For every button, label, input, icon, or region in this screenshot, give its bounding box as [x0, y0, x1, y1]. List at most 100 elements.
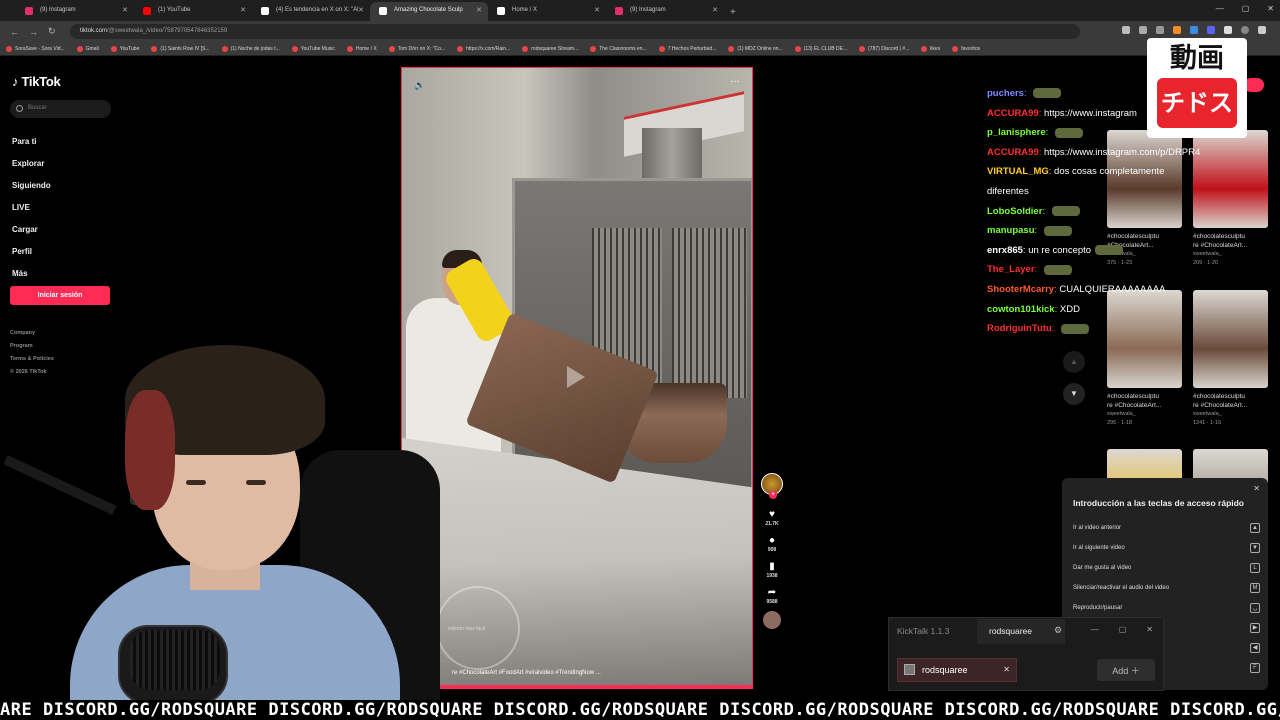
- close-tab-icon[interactable]: ✕: [712, 6, 718, 14]
- search-input[interactable]: Buscar: [10, 100, 111, 118]
- chat-username[interactable]: ShooterMcarry: [987, 284, 1054, 295]
- video-player[interactable]: 🔈 ··· edición más fácil re #ChocolateArt…: [401, 67, 753, 689]
- bookmark-item[interactable]: likes: [915, 45, 946, 52]
- sidebar-item-explorar[interactable]: ◎Explorar: [12, 152, 140, 505]
- browser-tab[interactable]: (9) Instagram ✕: [606, 2, 724, 21]
- close-tab-icon[interactable]: ✕: [240, 6, 246, 14]
- new-tab-button[interactable]: +: [724, 7, 736, 21]
- share-icon[interactable]: ➦: [768, 587, 776, 599]
- bookmark-icon[interactable]: ▮: [769, 561, 775, 573]
- bookmark-item[interactable]: favoritos: [946, 45, 986, 52]
- chat-username[interactable]: ACCURA99: [987, 108, 1039, 119]
- close-window-button[interactable]: ✕: [1267, 4, 1274, 13]
- profile-avatar[interactable]: [1241, 26, 1249, 34]
- sidebar-item-siguiendo[interactable]: 👤Siguiendo: [12, 174, 143, 505]
- extension-orange-icon[interactable]: [1173, 26, 1181, 34]
- kicktalk-maximize[interactable]: ▢: [1119, 625, 1127, 634]
- sidebar-item-perfil[interactable]: 👤Perfil: [12, 240, 143, 505]
- remove-channel-icon[interactable]: ✕: [1003, 665, 1010, 674]
- thumbnail-caption[interactable]: #chocolatesculptu re #ChocolateArt... swee…: [1193, 233, 1273, 267]
- reload-icon[interactable]: ↻: [48, 26, 56, 37]
- maximize-button[interactable]: ▢: [1242, 4, 1250, 13]
- bookmark-item[interactable]: Gmail: [71, 45, 105, 52]
- forward-icon[interactable]: →: [29, 27, 38, 37]
- chat-username[interactable]: The_Layer: [987, 264, 1035, 275]
- chat-username[interactable]: cowton101kick: [987, 304, 1055, 315]
- chat-username[interactable]: RodriguinTutu: [987, 323, 1052, 334]
- bookmark-item[interactable]: (1) MDZ Online on...: [722, 45, 788, 52]
- bookmark-item[interactable]: YouTube Music: [286, 45, 341, 52]
- comment-icon[interactable]: ●: [769, 535, 775, 547]
- zoom-icon[interactable]: [1139, 26, 1147, 34]
- login-button[interactable]: Iniciar sesión: [10, 286, 110, 305]
- video-thumbnail[interactable]: [1193, 130, 1268, 228]
- kicktalk-tab[interactable]: rodsquaree: [977, 619, 1065, 644]
- sidebar-item-más[interactable]: ⋯Más: [12, 262, 141, 505]
- close-icon[interactable]: ✕: [1253, 484, 1260, 493]
- bookmark-item[interactable]: SoraSave - Sora Vid...: [0, 45, 71, 52]
- chat-username[interactable]: puchers: [987, 88, 1024, 99]
- close-tab-icon[interactable]: ✕: [594, 6, 600, 14]
- chat-text: un re concepto: [1028, 244, 1092, 256]
- chat-username[interactable]: LoboSoldier: [987, 206, 1042, 217]
- close-tab-icon[interactable]: ✕: [476, 6, 482, 14]
- bookmark-item[interactable]: https://x.com/Rain...: [451, 45, 516, 52]
- sidebar-item-label: LIVE: [12, 202, 30, 212]
- bookmark-item[interactable]: (787) Discord | #...: [853, 45, 915, 52]
- chat-username[interactable]: VIRTUAL_MG: [987, 166, 1049, 177]
- sidebar-item-para-ti[interactable]: ⌂Para ti: [12, 130, 140, 505]
- video-progress-bar[interactable]: [402, 685, 752, 688]
- puzzle-icon[interactable]: [1224, 26, 1232, 34]
- music-disc-avatar[interactable]: [763, 611, 781, 629]
- url-field[interactable]: tiktok.com/@sweetwala_/video/75879705478…: [70, 24, 1080, 39]
- video-caption[interactable]: re #ChocolateArt #FoodArt #viralvideo #T…: [452, 670, 601, 676]
- minimize-button[interactable]: —: [1216, 4, 1224, 13]
- heart-icon[interactable]: ♥: [769, 509, 775, 521]
- back-icon[interactable]: ←: [10, 27, 19, 37]
- browser-tab[interactable]: Home / X ✕: [488, 2, 606, 21]
- follow-plus-icon[interactable]: +: [769, 491, 777, 499]
- kicktalk-minimize[interactable]: —: [1091, 625, 1099, 634]
- bookmark-item[interactable]: YouTube: [105, 45, 146, 52]
- previous-video-button[interactable]: ▲: [1063, 351, 1085, 373]
- chat-username[interactable]: enrx865: [987, 245, 1023, 256]
- close-tab-icon[interactable]: ✕: [122, 6, 128, 14]
- creator-avatar[interactable]: +: [761, 473, 783, 499]
- chat-username[interactable]: p_lanisphere: [987, 127, 1046, 138]
- browser-tab[interactable]: (9) Instagram ✕: [16, 2, 134, 21]
- browser-tab[interactable]: (1) YouTube ✕: [134, 2, 252, 21]
- bookmark-item[interactable]: Home / X: [341, 45, 383, 52]
- chat-username[interactable]: manupasu: [987, 225, 1035, 236]
- thumbnail-caption[interactable]: #chocolatesculptu re #ChocolateArt... swee…: [1193, 393, 1273, 427]
- bookmark-item[interactable]: (1) Noche de jodas t...: [216, 45, 286, 52]
- sidebar-item-live[interactable]: ▭LIVE: [12, 196, 141, 505]
- settings-gear-icon[interactable]: ⚙: [1054, 625, 1062, 636]
- tab-favicon: [379, 7, 387, 15]
- bookmark-item[interactable]: (1) Saints Row IV [S...: [145, 45, 215, 52]
- kicktalk-close[interactable]: ✕: [1146, 625, 1153, 634]
- more-options-icon[interactable]: ···: [730, 76, 740, 87]
- kicktalk-channel-chip[interactable]: rodsquaree ✕: [897, 658, 1017, 682]
- close-tab-icon[interactable]: ✕: [358, 6, 364, 14]
- play-icon[interactable]: [567, 366, 585, 388]
- menu-icon[interactable]: [1258, 26, 1266, 34]
- extension-blue-icon[interactable]: [1190, 26, 1198, 34]
- bookmark-item[interactable]: 7 Hechos Perturbad...: [653, 45, 723, 52]
- next-video-button[interactable]: ▼: [1063, 383, 1085, 405]
- bookmark-item[interactable]: (13) EL CLUB DE...: [789, 45, 853, 52]
- volume-icon[interactable]: 🔈: [414, 80, 425, 91]
- star-icon[interactable]: [1156, 26, 1164, 34]
- bookmark-item[interactable]: rodsquaree Stream...: [516, 45, 584, 52]
- bookmark-item[interactable]: The Classrooms en...: [584, 45, 653, 52]
- tiktok-logo[interactable]: ♪ TikTok: [12, 74, 61, 89]
- translate-icon[interactable]: [1122, 26, 1130, 34]
- browser-tab[interactable]: (4) Es tendencia en X on X: "Al ✕: [252, 2, 370, 21]
- add-channel-button[interactable]: Add ＋: [1097, 659, 1155, 681]
- sidebar-item-cargar[interactable]: ⊞Cargar: [12, 218, 140, 505]
- video-thumbnail[interactable]: [1193, 290, 1268, 388]
- extension-purple-icon[interactable]: [1207, 26, 1215, 34]
- thumbnail-caption[interactable]: #chocolatesculptu re #ChocolateArt... swee…: [1107, 393, 1187, 427]
- chat-username[interactable]: ACCURA99: [987, 147, 1039, 158]
- bookmark-item[interactable]: Tom Dörr on X: "Co...: [383, 45, 451, 52]
- browser-tab[interactable]: Amazing Chocolate Sculp ✕: [370, 2, 488, 21]
